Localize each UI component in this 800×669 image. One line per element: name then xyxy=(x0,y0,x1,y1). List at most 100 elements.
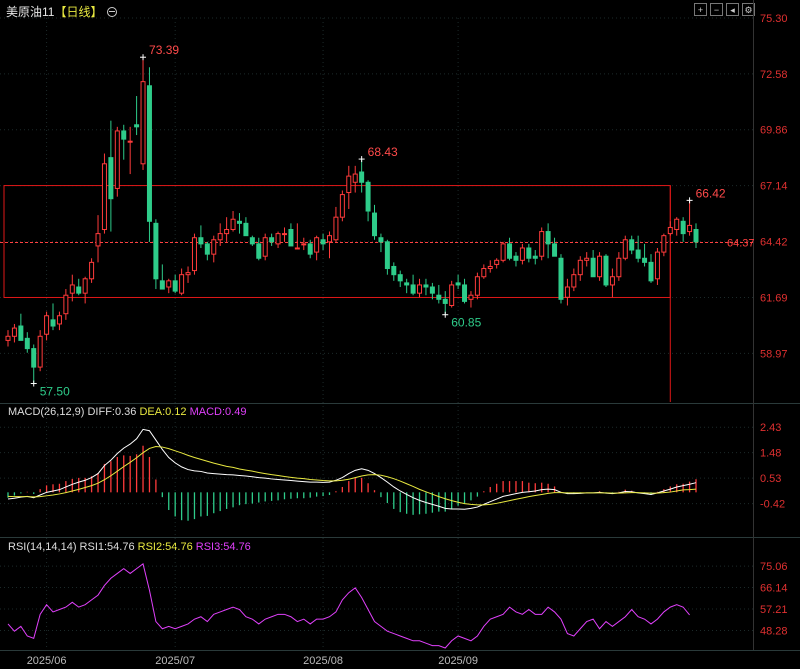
candle-body xyxy=(642,257,648,263)
price-tick-label: 67.14 xyxy=(760,181,788,193)
price-tick-label: 72.58 xyxy=(760,69,788,81)
candle-body xyxy=(314,237,320,253)
rsi-tick-label: 48.28 xyxy=(760,625,788,637)
candle-body xyxy=(82,278,88,294)
candle-body xyxy=(474,276,480,296)
price-tick-label: 75.30 xyxy=(760,13,788,25)
candle-body xyxy=(50,319,56,327)
candle-body xyxy=(365,181,371,212)
candle-body xyxy=(558,257,564,300)
macd-dea-line xyxy=(7,446,697,506)
candle-body xyxy=(552,243,558,257)
candle-body xyxy=(204,243,210,255)
candle-body xyxy=(455,282,461,286)
price-extreme-label: 60.85 xyxy=(451,316,481,330)
candle-body xyxy=(294,247,300,250)
candle-body xyxy=(629,239,635,251)
candle-body xyxy=(166,280,172,288)
candle-body xyxy=(404,282,410,286)
candle-body xyxy=(423,284,429,288)
candle-body xyxy=(384,241,390,270)
candle-body xyxy=(146,85,152,222)
candle-body xyxy=(140,81,146,165)
candle-body xyxy=(230,218,236,231)
candle-body xyxy=(185,272,191,276)
macd-tick-label: -0.42 xyxy=(760,499,785,511)
date-tick-label: 2025/06 xyxy=(27,655,67,667)
candle-body xyxy=(76,286,82,294)
candle-body xyxy=(101,163,107,231)
candle-body xyxy=(577,259,583,276)
candle-body xyxy=(507,243,513,259)
rsi-tick-label: 75.06 xyxy=(760,561,788,573)
macd-tick-label: 0.53 xyxy=(760,473,781,485)
candle-body xyxy=(301,243,307,246)
macd-tick-label: 1.48 xyxy=(760,448,781,460)
candle-body xyxy=(159,280,165,290)
date-tick-label: 2025/09 xyxy=(438,655,478,667)
candle-body xyxy=(449,284,455,306)
candle-body xyxy=(327,235,332,243)
candle-body xyxy=(134,124,140,128)
candle-body xyxy=(654,251,660,280)
candle-body xyxy=(442,298,448,304)
candle-body xyxy=(609,276,615,286)
candle-body xyxy=(121,130,127,140)
candle-body xyxy=(256,243,262,259)
candle-body xyxy=(281,233,287,236)
candle-body xyxy=(198,237,204,245)
candle-body xyxy=(352,173,358,183)
candle-body xyxy=(108,157,114,200)
candle-body xyxy=(622,239,628,259)
candle-body xyxy=(153,222,159,280)
candle-body xyxy=(417,284,423,294)
candle-body xyxy=(307,243,313,255)
candle-body xyxy=(63,294,69,315)
price-extreme-label: 66.42 xyxy=(696,186,726,200)
candle-body xyxy=(584,257,590,261)
candle-body xyxy=(333,216,339,241)
candle-body xyxy=(481,268,487,278)
candle-body xyxy=(269,237,275,243)
candle-body xyxy=(410,284,416,294)
candle-body xyxy=(31,348,37,368)
candle-body xyxy=(11,327,17,337)
candle-body xyxy=(687,224,693,233)
candle-body xyxy=(597,255,603,278)
candle-body xyxy=(288,229,294,247)
candle-body xyxy=(635,249,641,259)
price-tick-label: 61.69 xyxy=(760,292,788,304)
candle-body xyxy=(391,265,397,276)
candle-body xyxy=(532,255,538,259)
candle-body xyxy=(397,274,403,282)
candle-body xyxy=(513,255,519,261)
candle-body xyxy=(571,274,577,288)
candle-body xyxy=(339,194,345,218)
candle-body xyxy=(661,235,667,253)
candle-body xyxy=(5,335,11,341)
candle-body xyxy=(69,284,75,294)
candle-body xyxy=(616,257,622,278)
candle-body xyxy=(519,247,525,261)
candle-body xyxy=(674,218,680,231)
candle-body xyxy=(191,237,197,272)
chart-svg: 75.30 72.58 69.86 67.14 64.42 61.69 58.97 2.43 1… xyxy=(0,0,800,667)
last-price-label: 64.37 xyxy=(727,237,755,249)
candle-body xyxy=(249,237,255,245)
candle-body xyxy=(372,212,378,237)
price-tick-label: 58.97 xyxy=(760,348,788,360)
candle-body xyxy=(526,247,532,259)
candle-body xyxy=(436,294,442,300)
price-extreme-label: 73.39 xyxy=(149,43,179,57)
candle-body xyxy=(179,274,185,294)
candle-body xyxy=(320,239,326,245)
candle-body xyxy=(44,315,50,335)
candle-body xyxy=(114,130,120,189)
candle-body xyxy=(127,140,133,143)
candle-body xyxy=(378,237,384,243)
candle-body xyxy=(494,259,500,265)
candle-body xyxy=(500,243,506,261)
candle-body xyxy=(24,337,30,350)
rsi-tick-label: 57.21 xyxy=(760,604,788,616)
candle-body xyxy=(172,280,178,292)
